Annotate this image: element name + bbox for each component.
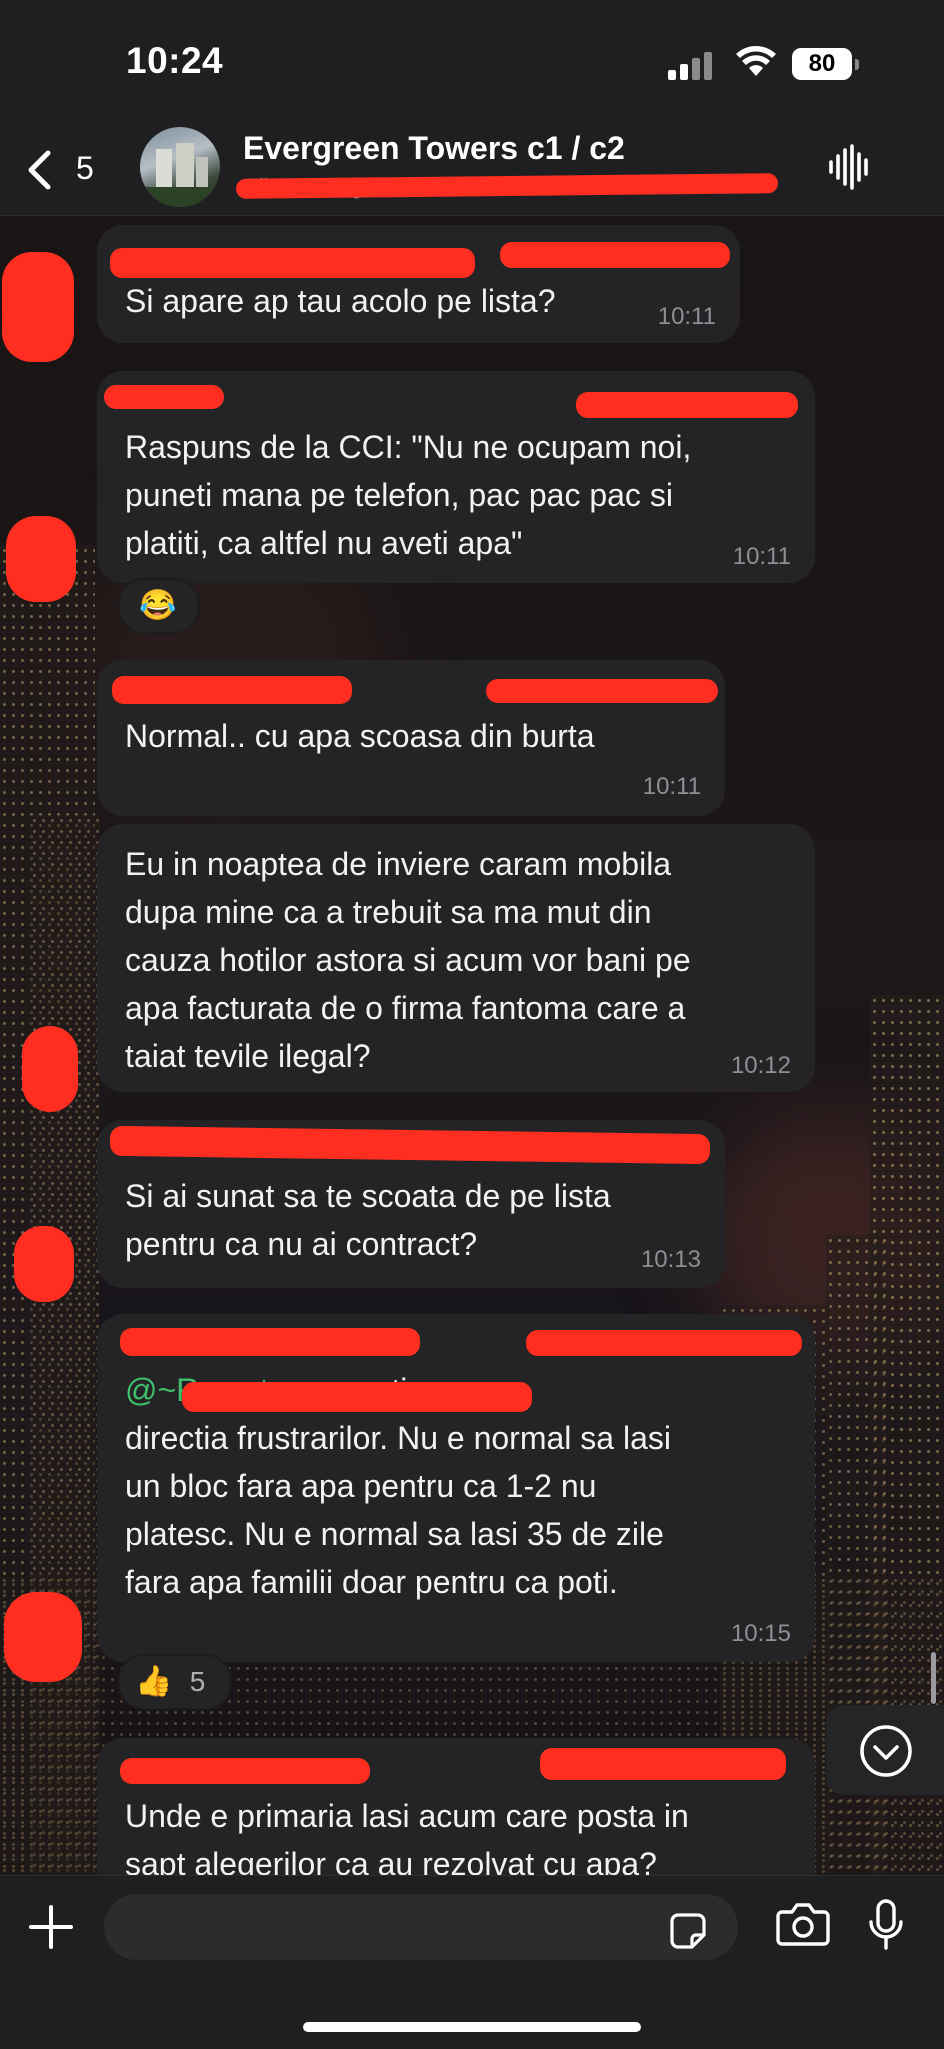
message-time: 10:11 — [732, 543, 791, 570]
message-text: directia frustrarilor. Nu e normal sa la… — [125, 1420, 671, 1456]
redaction-mark — [104, 385, 224, 409]
redaction-mark — [120, 1328, 420, 1356]
reaction-badge[interactable]: 😂 — [118, 578, 200, 634]
message-text: Si ai sunat sa te scoata de pe lista — [125, 1178, 611, 1214]
status-bar: 10:24 80 — [0, 0, 944, 120]
message-text: pentru ca nu ai contract? — [125, 1226, 478, 1262]
redaction-mark — [526, 1330, 802, 1356]
redaction-mark — [486, 679, 718, 703]
redaction-mark — [120, 1758, 370, 1784]
scroll-to-bottom-button[interactable] — [826, 1705, 944, 1795]
reaction-badge[interactable]: 👍 5 — [118, 1654, 232, 1710]
sticker-icon[interactable] — [668, 1911, 708, 1951]
redaction-mark — [576, 392, 798, 418]
status-time: 10:24 — [126, 40, 224, 81]
message-time: 10:13 — [640, 1246, 701, 1273]
back-button[interactable]: 5 — [26, 146, 106, 192]
message-text: Eu in noaptea de inviere caram mobila — [125, 846, 672, 882]
message-text: taiat tevile ilegal? — [125, 1038, 371, 1074]
cellular-signal-icon — [668, 52, 714, 80]
message-text: cauza hotilor astora si acum vor bani pe — [125, 942, 691, 978]
message-text: puneti mana pe telefon, pac pac pac si — [125, 477, 673, 513]
group-avatar[interactable] — [140, 127, 220, 207]
chat-header: 5 Evergreen Towers c1 / c2 Client Evergr… — [0, 120, 944, 216]
redaction-mark — [14, 1226, 74, 1302]
message-text: Raspuns de la CCI: "Nu ne ocupam noi, — [125, 429, 692, 465]
message-text: Unde e primaria lasi acum care posta in — [125, 1798, 689, 1834]
reaction-count: 5 — [189, 1666, 206, 1697]
message-text: apa facturata de o firma fantoma care a — [125, 990, 686, 1026]
message-text: platiti, ca altfel nu aveti apa" — [125, 525, 523, 561]
unread-count: 5 — [76, 150, 94, 186]
redaction-mark — [112, 676, 352, 704]
redaction-mark — [182, 1382, 532, 1412]
redaction-mark — [110, 248, 475, 278]
chat-title[interactable]: Evergreen Towers c1 / c2 — [243, 130, 625, 167]
message-bubble[interactable]: Eu in noaptea de inviere caram mobila du… — [97, 824, 815, 1092]
redaction-mark — [500, 242, 730, 268]
waveform-icon[interactable] — [828, 144, 872, 190]
chevron-left-icon — [28, 150, 51, 190]
message-input[interactable] — [104, 1894, 738, 1960]
redaction-mark — [2, 252, 74, 362]
chevron-down-circle-icon — [860, 1725, 912, 1777]
redaction-mark — [6, 516, 76, 602]
microphone-icon[interactable] — [868, 1898, 904, 1952]
redaction-mark — [22, 1026, 78, 1112]
redaction-mark — [4, 1592, 82, 1682]
redaction-mark — [540, 1748, 786, 1780]
message-text: dupa mine ca a trebuit sa ma mut din — [125, 894, 652, 930]
camera-icon[interactable] — [776, 1900, 830, 1946]
laughing-emoji-icon: 😂 — [139, 589, 177, 622]
message-text: fara apa familii doar pentru ca poti. — [125, 1564, 618, 1600]
scroll-indicator[interactable] — [931, 1652, 936, 1704]
composer-bar — [0, 1875, 944, 2049]
message-time: 10:11 — [657, 303, 716, 330]
message-text: platesc. Nu e normal sa lasi 35 de zile — [125, 1516, 664, 1552]
plus-icon[interactable] — [28, 1904, 74, 1950]
message-text: Normal.. cu apa scoasa din burta — [125, 718, 595, 754]
message-time: 10:15 — [730, 1620, 791, 1647]
wifi-icon — [736, 46, 776, 76]
message-text: un bloc fara apa pentru ca 1-2 nu — [125, 1468, 597, 1504]
thumbs-up-emoji-icon: 👍 — [135, 1665, 173, 1698]
battery-icon: 80 — [792, 48, 859, 80]
message-text: Si apare ap tau acolo pe lista? — [125, 283, 556, 319]
message-time: 10:11 — [642, 773, 701, 800]
message-bubble[interactable]: @~Raz...ta gresesti directia frustrarilo… — [97, 1314, 815, 1662]
home-indicator — [303, 2022, 641, 2032]
message-time: 10:12 — [730, 1052, 791, 1079]
